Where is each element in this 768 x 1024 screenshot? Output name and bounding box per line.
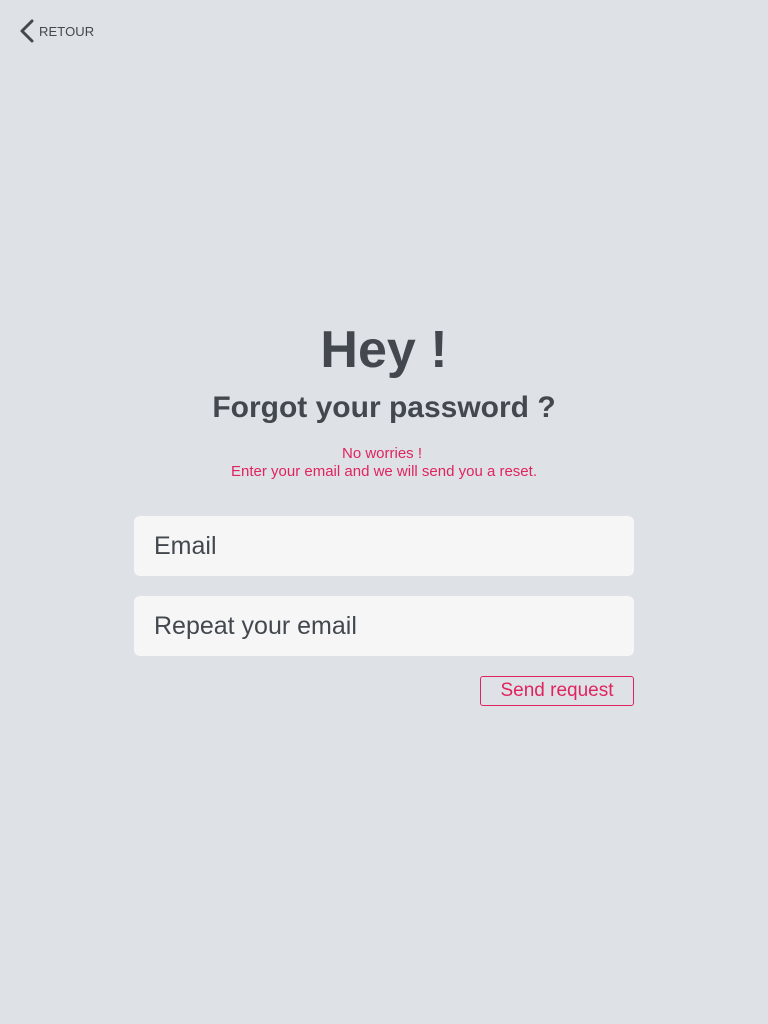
forgot-password-page: RETOUR Hey ! Forgot your password ? No w… — [0, 0, 768, 1024]
reassurance-text: No worries ! — [341, 445, 423, 462]
page-subtitle: Forgot your password ? — [212, 391, 556, 424]
back-link[interactable]: RETOUR — [18, 19, 94, 43]
send-request-button[interactable]: Send request — [480, 676, 634, 706]
page-title: Hey ! — [320, 321, 448, 379]
chevron-left-icon — [18, 19, 36, 43]
email-field[interactable] — [134, 516, 634, 576]
repeat-email-field[interactable] — [134, 596, 634, 656]
instruction-text: Enter your email and we will send you a … — [231, 463, 537, 480]
back-label: RETOUR — [39, 23, 95, 39]
